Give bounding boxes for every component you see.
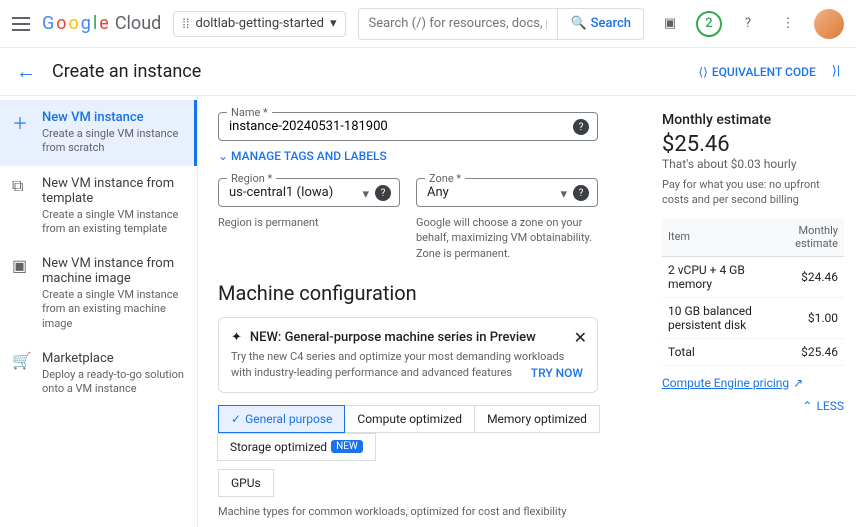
back-button[interactable]: ←: [16, 59, 36, 84]
sparkle-icon: ✦: [231, 330, 242, 345]
preview-promo: ✕ ✦ NEW: General-purpose machine series …: [218, 317, 598, 393]
tab-memory-optimized[interactable]: Memory optimized: [474, 405, 600, 433]
external-link-icon: ↗: [793, 376, 803, 390]
help-icon[interactable]: ?: [573, 119, 589, 135]
chevron-down-icon: ▾: [362, 187, 369, 202]
close-icon[interactable]: ✕: [574, 328, 587, 347]
region-select[interactable]: Region * us-central1 (Iowa) ▾ ?: [218, 178, 400, 207]
project-icon: ⁞⁞: [182, 16, 189, 32]
check-icon: ✓: [231, 412, 241, 426]
estimate-price: $25.46: [662, 132, 844, 157]
machine-config-heading: Machine configuration: [218, 281, 626, 305]
search-bar[interactable]: 🔍 Search: [358, 8, 645, 40]
project-name: doltlab-getting-started: [196, 16, 324, 31]
sidebar-item-machine-image[interactable]: ▣ New VM instance from machine image Cre…: [0, 246, 197, 341]
help-icon[interactable]: ?: [375, 185, 391, 201]
search-input[interactable]: [359, 16, 558, 31]
tab-description: Machine types for common workloads, opti…: [218, 505, 626, 518]
tab-compute-optimized[interactable]: Compute optimized: [344, 405, 475, 433]
name-field[interactable]: Name * ?: [218, 112, 598, 141]
search-icon: 🔍: [570, 16, 586, 31]
sidebar-item-template[interactable]: ⧉ New VM instance from template Create a…: [0, 166, 197, 247]
plus-icon: ＋: [12, 110, 32, 156]
chevron-down-icon: ⌄: [218, 149, 231, 163]
search-button[interactable]: 🔍 Search: [557, 9, 643, 39]
manage-tags-link[interactable]: ⌄ MANAGE TAGS AND LABELS: [218, 149, 387, 163]
chevron-down-icon: ▾: [560, 187, 567, 202]
estimate-hourly: That's about $0.03 hourly: [662, 157, 844, 171]
google-cloud-logo[interactable]: Google Cloud: [42, 13, 161, 34]
collapse-panel-icon[interactable]: ⟩|: [832, 64, 840, 79]
zone-select[interactable]: Zone * Any ▾ ?: [416, 178, 598, 207]
chevron-up-icon: ⌃: [802, 399, 812, 413]
nav-menu-icon[interactable]: [12, 17, 30, 31]
more-icon[interactable]: ⋮: [774, 10, 802, 38]
page-title: Create an instance: [52, 61, 698, 82]
zone-hint: Google will choose a zone on your behalf…: [416, 215, 598, 261]
cloud-shell-icon[interactable]: ▣: [656, 10, 684, 38]
template-icon: ⧉: [12, 176, 32, 237]
avatar[interactable]: [814, 9, 844, 39]
help-icon[interactable]: ?: [734, 10, 762, 38]
estimate-table: Item Monthly estimate 2 vCPU + 4 GB memo…: [662, 218, 844, 366]
image-icon: ▣: [12, 256, 32, 331]
pricing-link[interactable]: Compute Engine pricing ↗: [662, 376, 803, 390]
chevron-down-icon: ▾: [330, 16, 337, 31]
monthly-estimate-panel: Monthly estimate $25.46 That's about $0.…: [646, 96, 856, 527]
estimate-row: 10 GB balanced persistent disk$1.00: [662, 297, 844, 338]
tab-gpus[interactable]: GPUs: [218, 469, 274, 497]
name-input[interactable]: [229, 119, 587, 134]
help-icon[interactable]: ?: [573, 185, 589, 201]
equivalent-code-button[interactable]: ⟨⟩ EQUIVALENT CODE: [698, 65, 815, 79]
estimate-note: Pay for what you use: no upfront costs a…: [662, 177, 844, 208]
sidebar-item-marketplace[interactable]: 🛒 Marketplace Deploy a ready-to-go solut…: [0, 341, 197, 407]
code-icon: ⟨⟩: [698, 65, 707, 79]
estimate-title: Monthly estimate: [662, 112, 844, 128]
tab-storage-optimized[interactable]: Storage optimized NEW: [217, 433, 376, 461]
try-now-link[interactable]: TRY NOW: [531, 366, 583, 380]
project-selector[interactable]: ⁞⁞ doltlab-getting-started ▾: [173, 11, 345, 37]
less-toggle[interactable]: ⌃ LESS: [662, 399, 844, 413]
creation-mode-sidebar: ＋ New VM instance Create a single VM ins…: [0, 96, 198, 527]
estimate-row: Total$25.46: [662, 338, 844, 365]
trial-badge[interactable]: 2: [696, 11, 722, 37]
estimate-row: 2 vCPU + 4 GB memory$24.46: [662, 256, 844, 297]
marketplace-icon: 🛒: [12, 351, 32, 397]
tab-general-purpose[interactable]: ✓ General purpose: [218, 405, 345, 433]
region-hint: Region is permanent: [218, 215, 400, 230]
sidebar-item-new-vm[interactable]: ＋ New VM instance Create a single VM ins…: [0, 100, 197, 166]
